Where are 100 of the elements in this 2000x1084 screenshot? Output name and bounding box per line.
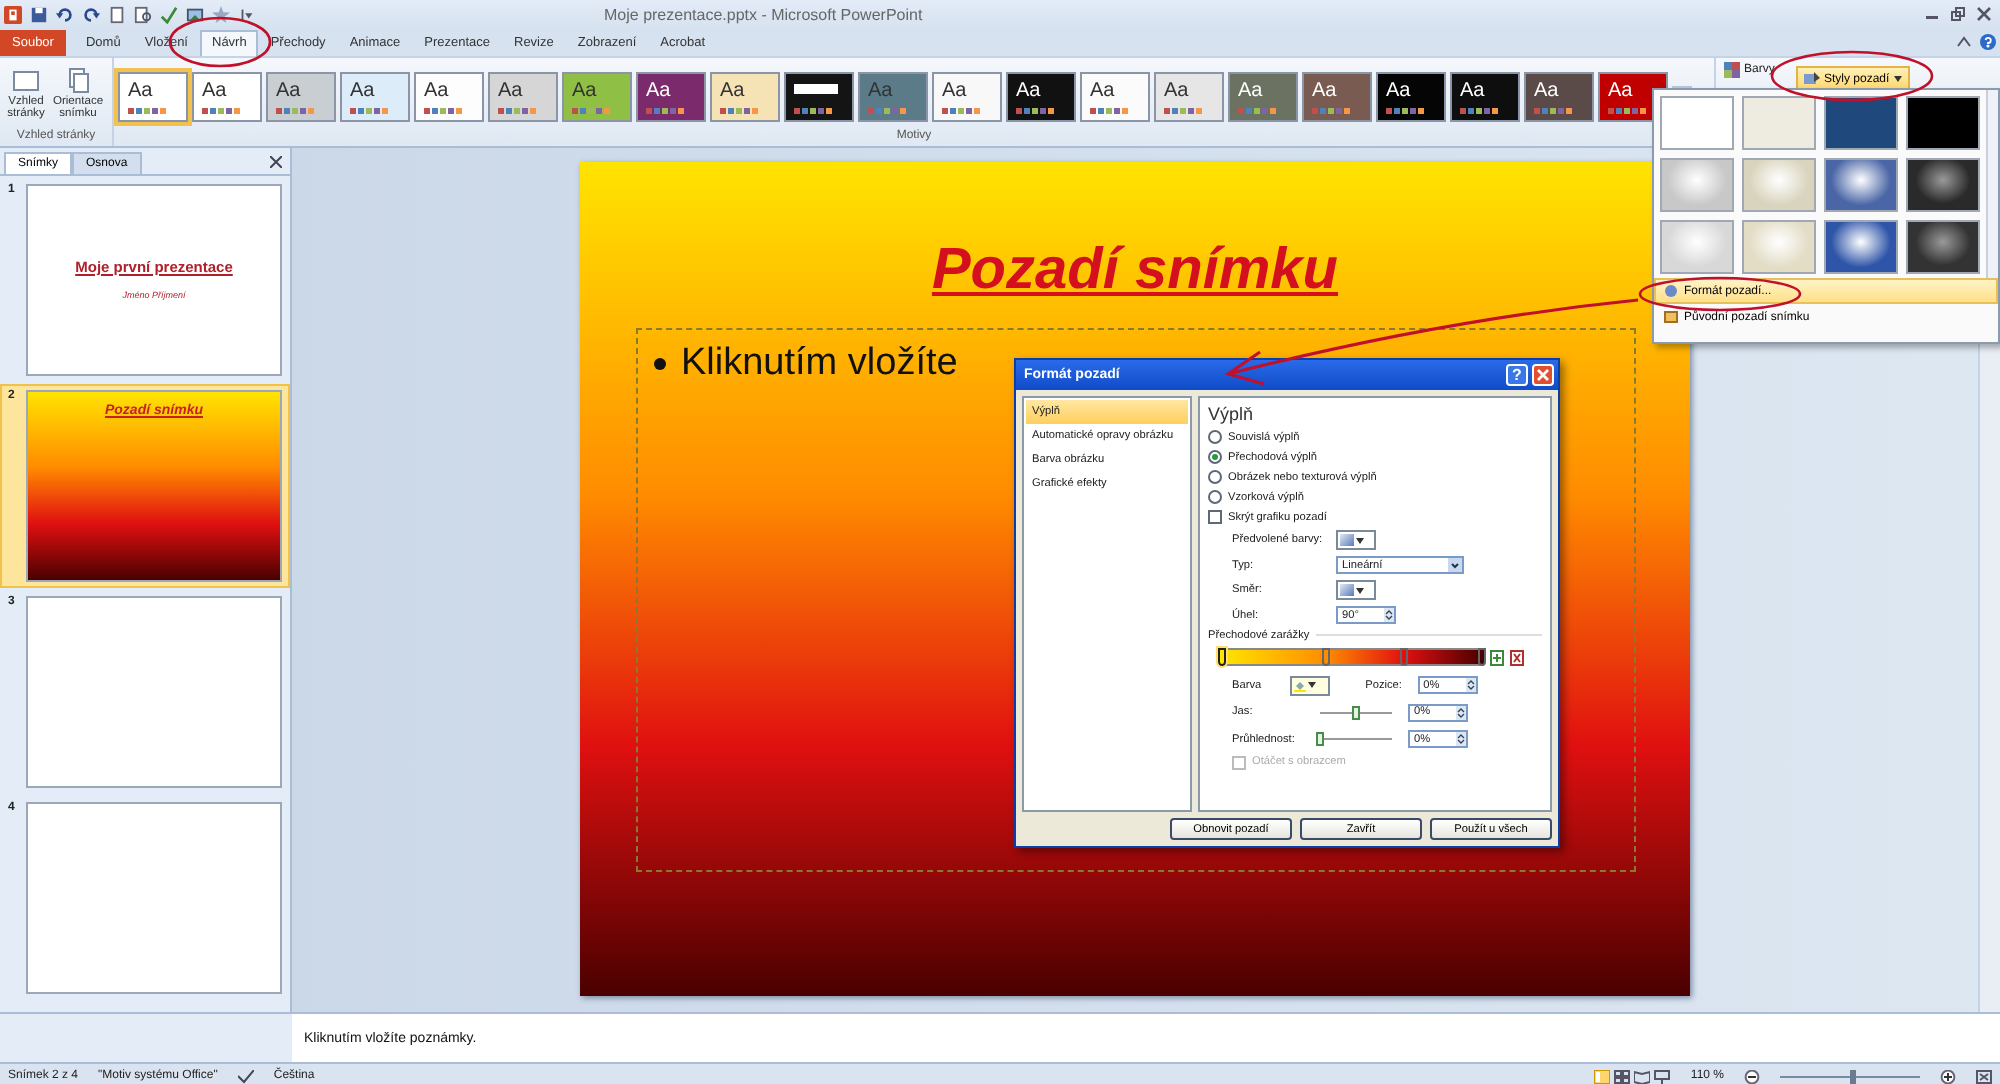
theme-thumbnail[interactable]: Aa bbox=[118, 71, 188, 121]
theme-thumbnail[interactable]: Aa bbox=[1154, 71, 1224, 121]
fill-radio[interactable] bbox=[1208, 430, 1222, 445]
theme-thumbnail[interactable] bbox=[784, 71, 854, 121]
print-preview-icon[interactable] bbox=[134, 5, 152, 23]
fill-radio[interactable] bbox=[1208, 490, 1222, 505]
gradient-stop-handle[interactable] bbox=[1478, 648, 1486, 666]
chevron-down-icon[interactable] bbox=[1448, 558, 1462, 572]
theme-thumbnail[interactable]: Aa bbox=[340, 71, 410, 121]
color-strip-icon bbox=[794, 107, 832, 113]
caret-icon[interactable] bbox=[1356, 587, 1364, 593]
zoom-in-icon[interactable] bbox=[1940, 1069, 1956, 1083]
background-style-swatch[interactable] bbox=[1742, 158, 1816, 212]
add-stop-icon[interactable] bbox=[1490, 649, 1504, 665]
background-style-swatch[interactable] bbox=[1824, 220, 1898, 274]
pages-icon[interactable] bbox=[64, 67, 92, 94]
background-style-swatch[interactable] bbox=[1660, 220, 1734, 274]
app-icon[interactable] bbox=[4, 5, 22, 23]
color-strip-icon bbox=[498, 107, 536, 113]
page-icon[interactable] bbox=[12, 67, 40, 94]
remove-stop-icon[interactable] bbox=[1510, 649, 1524, 665]
color-strip-icon bbox=[646, 107, 684, 113]
picture-icon[interactable] bbox=[186, 5, 204, 23]
background-style-swatch[interactable] bbox=[1824, 158, 1898, 212]
colors-icon[interactable] bbox=[1724, 62, 1740, 78]
preset-colors-picker[interactable] bbox=[1336, 530, 1376, 550]
theme-thumbnail[interactable]: Aa bbox=[1228, 71, 1298, 121]
normal-view-icon[interactable] bbox=[1594, 1069, 1611, 1083]
caret-icon[interactable] bbox=[1356, 537, 1364, 543]
gradient-stops-bar[interactable] bbox=[1220, 648, 1484, 666]
background-style-swatch[interactable] bbox=[1906, 158, 1980, 212]
spinner-arrows-icon[interactable] bbox=[1465, 678, 1476, 692]
color-strip-icon bbox=[276, 107, 314, 113]
theme-thumbnail[interactable]: Aa bbox=[562, 71, 632, 121]
slide-thumbnail[interactable] bbox=[26, 596, 282, 788]
hide-graphics-checkbox[interactable] bbox=[1208, 510, 1222, 525]
spinner-arrows-icon[interactable] bbox=[1384, 608, 1394, 622]
paint-bucket-icon[interactable] bbox=[1804, 72, 1820, 86]
caret-icon[interactable] bbox=[1307, 682, 1316, 688]
color-strip-icon bbox=[942, 107, 980, 113]
theme-thumbnail[interactable]: Aa bbox=[1302, 71, 1372, 121]
proofing-icon[interactable] bbox=[237, 1069, 254, 1083]
theme-thumbnail[interactable]: Aa bbox=[1006, 71, 1076, 121]
reading-view-icon[interactable] bbox=[1634, 1069, 1651, 1083]
color-strip-icon bbox=[572, 107, 610, 113]
restore-icon[interactable] bbox=[1950, 6, 1966, 22]
menu-scrollbar[interactable] bbox=[1986, 90, 1998, 278]
theme-thumbnail[interactable]: Aa bbox=[636, 71, 706, 121]
theme-thumbnail[interactable]: Aa bbox=[192, 71, 262, 121]
slide-thumbnail[interactable] bbox=[26, 802, 282, 994]
theme-thumbnail[interactable]: Aa bbox=[710, 71, 780, 121]
theme-thumbnail[interactable]: Aa bbox=[488, 71, 558, 121]
color-strip-icon bbox=[1090, 107, 1128, 113]
star-icon[interactable] bbox=[212, 5, 230, 23]
theme-thumbnail[interactable]: Aa bbox=[1450, 71, 1520, 121]
color-picker[interactable] bbox=[1289, 675, 1330, 695]
theme-thumbnail[interactable]: Aa bbox=[1524, 71, 1594, 121]
slide-show-icon[interactable] bbox=[1654, 1069, 1671, 1083]
direction-picker[interactable] bbox=[1336, 580, 1376, 600]
section-heading: Výplň bbox=[1208, 404, 1256, 424]
theme-thumbnail[interactable]: Aa bbox=[414, 71, 484, 121]
close-icon[interactable] bbox=[1976, 6, 1992, 22]
save-icon[interactable] bbox=[30, 5, 48, 23]
collapse-ribbon-icon[interactable] bbox=[1956, 34, 1972, 50]
theme-thumbnail[interactable]: Aa bbox=[266, 71, 336, 121]
spinner-arrows-icon[interactable] bbox=[1456, 732, 1466, 746]
slide-sorter-icon[interactable] bbox=[1614, 1069, 1631, 1083]
close-icon[interactable] bbox=[270, 156, 282, 168]
background-style-swatch[interactable] bbox=[1742, 96, 1816, 150]
gradient-stop-handle[interactable] bbox=[1400, 648, 1408, 666]
color-strip-icon bbox=[1460, 107, 1498, 113]
customize-menu-icon[interactable] bbox=[238, 5, 256, 23]
fill-radio[interactable] bbox=[1208, 450, 1222, 465]
help-icon[interactable] bbox=[1980, 34, 1996, 50]
zoom-out-icon[interactable] bbox=[1744, 1069, 1760, 1083]
color-strip-icon bbox=[350, 107, 388, 113]
fill-radio[interactable] bbox=[1208, 470, 1222, 485]
background-style-swatch[interactable] bbox=[1906, 220, 1980, 274]
background-style-swatch[interactable] bbox=[1660, 158, 1734, 212]
background-style-swatch[interactable] bbox=[1906, 96, 1980, 150]
document-icon[interactable] bbox=[108, 5, 126, 23]
theme-thumbnail[interactable]: Aa bbox=[1080, 71, 1150, 121]
color-strip-icon bbox=[1608, 107, 1646, 113]
undo-icon[interactable] bbox=[56, 5, 74, 23]
caret-icon[interactable] bbox=[1893, 76, 1902, 82]
help-button[interactable]: ? bbox=[1506, 364, 1528, 386]
color-strip-icon bbox=[424, 107, 462, 113]
theme-thumbnail[interactable]: Aa bbox=[1376, 71, 1446, 121]
gradient-stop-handle[interactable] bbox=[1218, 648, 1226, 666]
background-style-swatch[interactable] bbox=[1660, 96, 1734, 150]
spinner-arrows-icon[interactable] bbox=[1456, 705, 1466, 719]
theme-thumbnail[interactable]: Aa bbox=[932, 71, 1002, 121]
slide-icon[interactable] bbox=[1664, 310, 1678, 324]
color-strip-icon bbox=[1016, 107, 1054, 113]
redo-icon[interactable] bbox=[82, 5, 100, 23]
spelling-icon[interactable] bbox=[160, 5, 178, 23]
gradient-stop-handle[interactable] bbox=[1322, 648, 1330, 666]
fit-to-window-icon[interactable] bbox=[1976, 1069, 1992, 1083]
background-style-swatch[interactable] bbox=[1824, 96, 1898, 150]
background-style-swatch[interactable] bbox=[1742, 220, 1816, 274]
